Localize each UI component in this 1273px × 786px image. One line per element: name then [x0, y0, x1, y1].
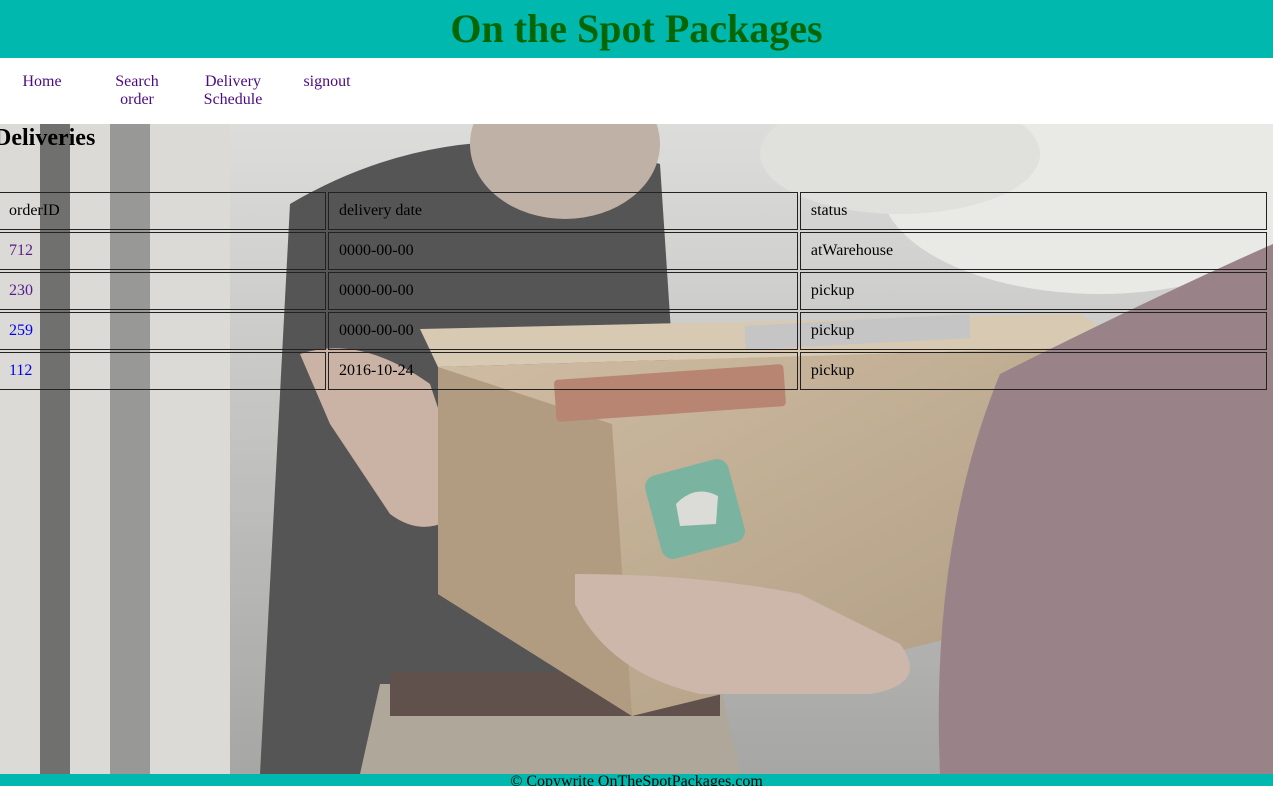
main-nav: Home Search order Delivery Schedule sign…: [0, 58, 1273, 124]
column-header-status: status: [799, 192, 1267, 230]
deliveries-heading: Deliveries: [0, 125, 96, 151]
table-row: 230 0000-00-00 pickup: [0, 272, 1267, 310]
table-row: 112 2016-10-24 pickup: [0, 352, 1267, 390]
deliveries-table: orderID delivery date status 712 0000-00…: [0, 190, 1269, 392]
delivery-date-cell: 0000-00-00: [327, 272, 798, 310]
orderid-cell: 230: [0, 272, 326, 310]
delivery-date-cell: 0000-00-00: [327, 232, 798, 270]
status-cell: atWarehouse: [799, 232, 1267, 270]
delivery-date-cell: 2016-10-24: [327, 352, 798, 390]
order-link[interactable]: 230: [9, 282, 33, 299]
site-title: On the Spot Packages: [450, 6, 823, 51]
table-row: 259 0000-00-00 pickup: [0, 312, 1267, 350]
orderid-cell: 259: [0, 312, 326, 350]
status-cell: pickup: [799, 312, 1267, 350]
order-link[interactable]: 712: [9, 242, 33, 259]
site-footer: © Copywrite OnTheSpotPackages.com: [0, 774, 1273, 786]
orderid-cell: 712: [0, 232, 326, 270]
column-header-orderid: orderID: [0, 192, 326, 230]
order-link[interactable]: 112: [9, 362, 32, 379]
status-cell: pickup: [799, 352, 1267, 390]
delivery-date-cell: 0000-00-00: [327, 312, 798, 350]
copyright-text: © Copywrite OnTheSpotPackages.com: [510, 774, 763, 786]
orderid-cell: 112: [0, 352, 326, 390]
nav-signout-link[interactable]: signout: [302, 73, 352, 91]
order-link[interactable]: 259: [9, 322, 33, 339]
status-cell: pickup: [799, 272, 1267, 310]
table-header-row: orderID delivery date status: [0, 192, 1267, 230]
column-header-delivery-date: delivery date: [327, 192, 798, 230]
nav-search-order-link[interactable]: Search order: [110, 73, 164, 109]
table-row: 712 0000-00-00 atWarehouse: [0, 232, 1267, 270]
nav-delivery-schedule-link[interactable]: Delivery Schedule: [199, 73, 267, 109]
nav-home-link[interactable]: Home: [22, 73, 62, 91]
site-header: On the Spot Packages: [0, 0, 1273, 58]
main-content: Deliveries orderID delivery date status …: [0, 124, 1273, 774]
